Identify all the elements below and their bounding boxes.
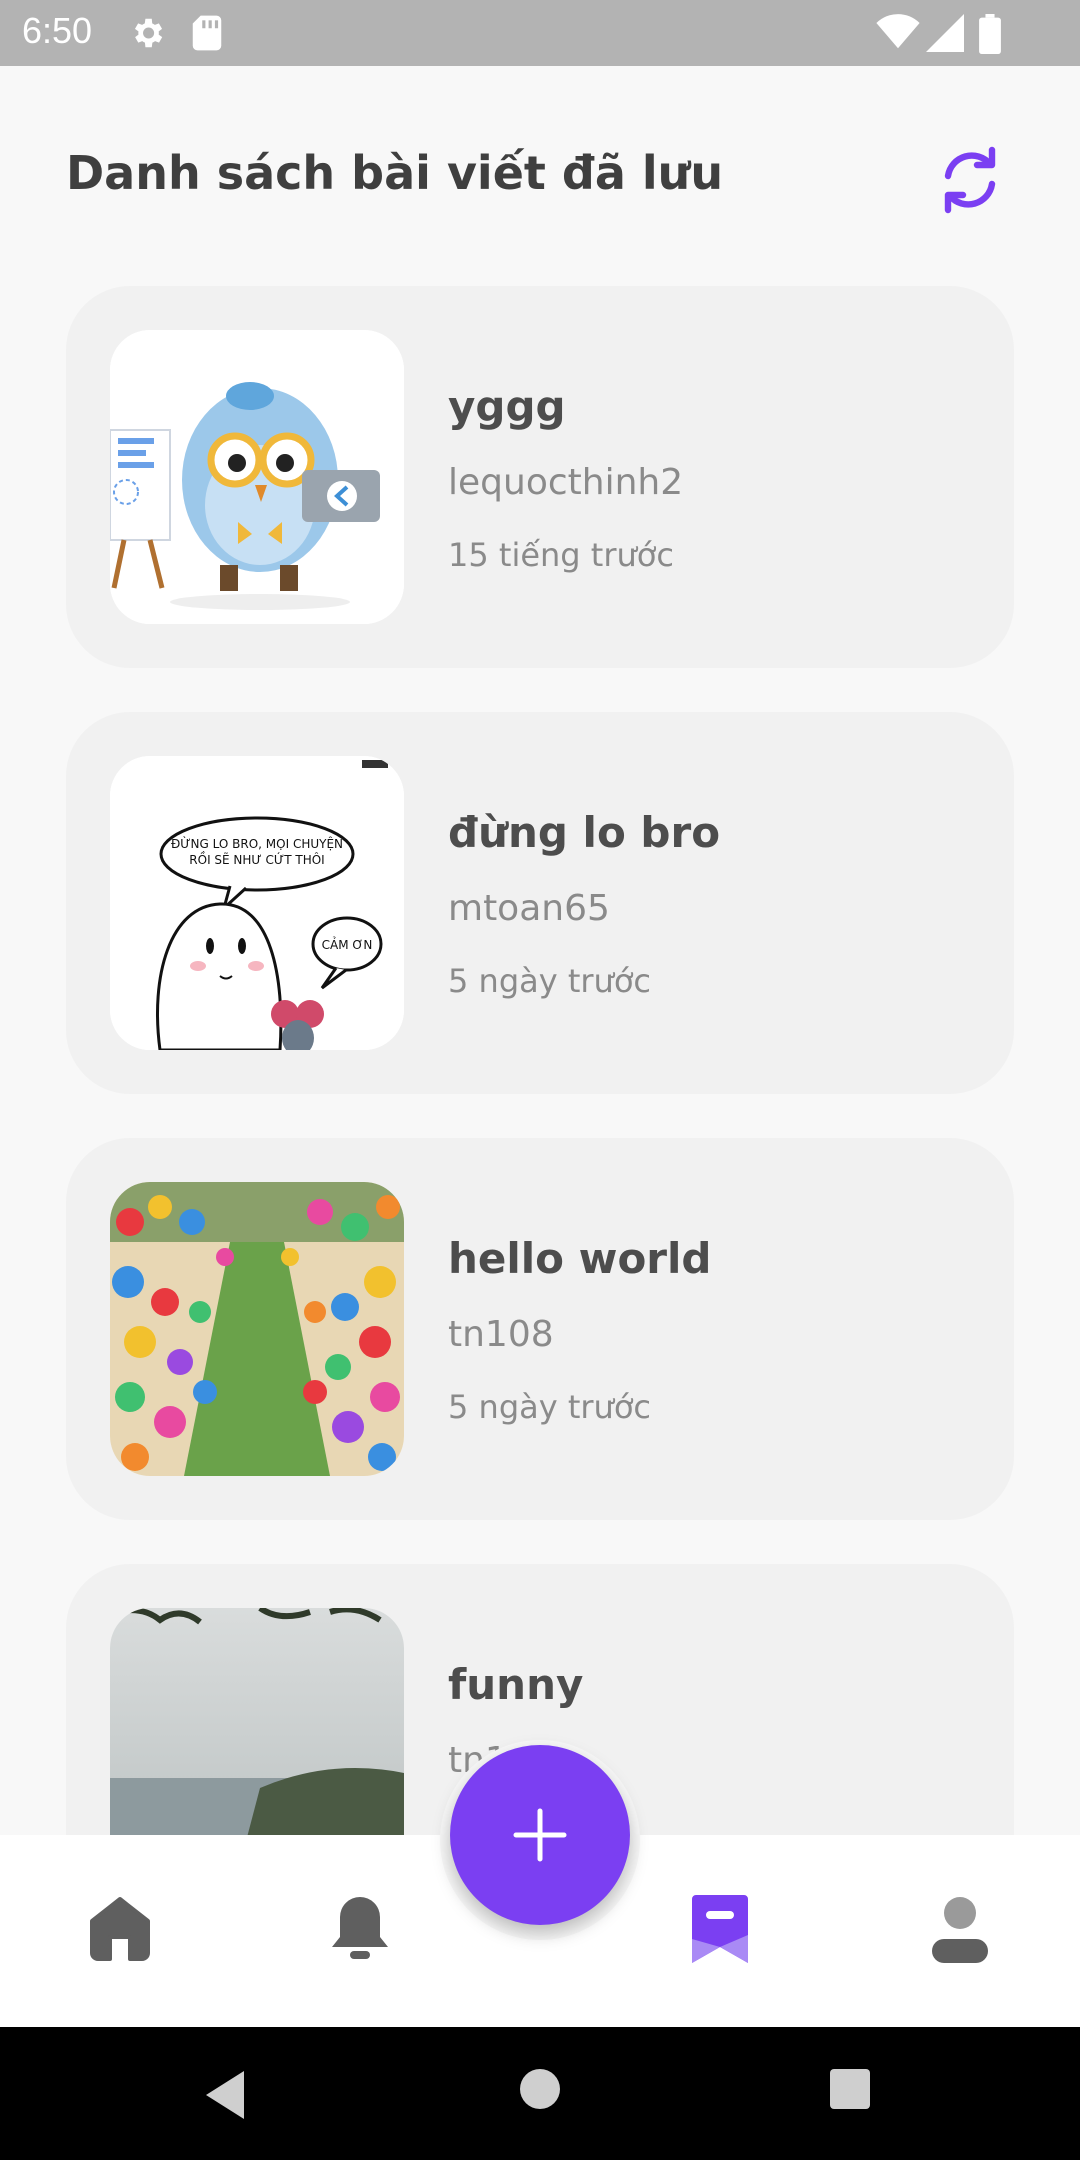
post-thumbnail: ĐỪNG LO BRO, MỌI CHUYỆN RỒI SẼ NHƯ CỨT T… xyxy=(110,756,404,1050)
saved-post-list: yggg lequocthinh2 15 tiếng trước ĐỪNG LO… xyxy=(0,0,1080,1835)
bell-icon[interactable] xyxy=(320,1887,400,1967)
home-button-icon[interactable] xyxy=(518,2067,562,2111)
recents-icon[interactable] xyxy=(828,2067,872,2111)
post-thumbnail xyxy=(110,1182,404,1476)
comic-speech-reply: CẢM ƠN xyxy=(322,936,373,952)
post-title: yggg xyxy=(448,382,566,431)
profile-icon[interactable] xyxy=(920,1887,1000,1967)
post-thumbnail xyxy=(110,1608,404,1835)
comic-speech-line: RỒI SẼ NHƯ CỨT THÔI xyxy=(189,851,324,867)
post-author: mtoan65 xyxy=(448,888,610,929)
system-navigation-bar xyxy=(0,2027,1080,2160)
post-time: 5 ngày trước xyxy=(448,1388,651,1426)
home-icon[interactable] xyxy=(80,1887,160,1967)
comic-image: ĐỪNG LO BRO, MỌI CHUYỆN RỒI SẼ NHƯ CỨT T… xyxy=(110,756,404,1050)
mascot-image xyxy=(110,330,404,624)
post-title: funny xyxy=(448,1660,584,1709)
bookmark-icon[interactable] xyxy=(680,1887,760,1967)
sea-landscape-image xyxy=(110,1608,404,1835)
post-author: lequocthinh2 xyxy=(448,462,684,503)
post-time: 5 ngày trước xyxy=(448,962,651,1000)
post-card[interactable]: ĐỪNG LO BRO, MỌI CHUYỆN RỒI SẼ NHƯ CỨT T… xyxy=(66,712,1014,1094)
post-time: 15 tiếng trước xyxy=(448,536,674,574)
post-title: hello world xyxy=(448,1234,712,1283)
pinwheel-image xyxy=(110,1182,404,1476)
post-card[interactable]: yggg lequocthinh2 15 tiếng trước xyxy=(66,286,1014,668)
post-author: tn108 xyxy=(448,1314,554,1355)
post-title: đừng lo bro xyxy=(448,808,721,857)
comic-speech-line: ĐỪNG LO BRO, MỌI CHUYỆN xyxy=(171,836,343,851)
back-icon[interactable] xyxy=(200,2067,250,2123)
plus-icon xyxy=(513,1808,567,1862)
post-thumbnail xyxy=(110,330,404,624)
add-post-button[interactable] xyxy=(450,1745,630,1925)
post-card[interactable]: hello world tn108 5 ngày trước xyxy=(66,1138,1014,1520)
